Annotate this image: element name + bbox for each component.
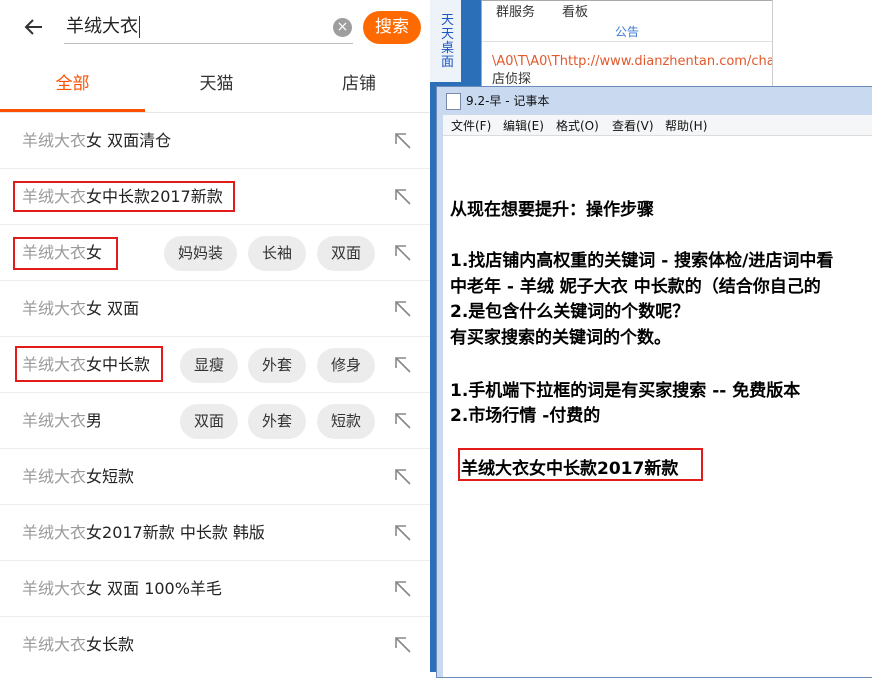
text-line: 2.市场行情 -付费的 <box>450 406 601 426</box>
text-line: 1.手机端下拉框的词是有买家搜索 -- 免费版本 <box>450 381 801 401</box>
tab-group-service[interactable]: 群服务 <box>496 1 535 20</box>
divider <box>482 41 772 42</box>
clear-icon[interactable]: × <box>333 18 352 37</box>
text-line: 中老年 - 羊绒 妮子大衣 中长款的（结合你自己的 <box>450 277 821 297</box>
fill-query-icon[interactable] <box>394 132 412 150</box>
suggestion-row[interactable]: 羊绒大衣女2017新款 中长款 韩版 <box>0 505 430 561</box>
suggestion-chip[interactable]: 妈妈装 <box>164 236 238 271</box>
text-editor[interactable]: 从现在想要提升：操作步骤 1.找店铺内高权重的关键词 - 搜索体检/进店词中看 … <box>443 136 872 677</box>
notice-link[interactable]: \A0\T\A0\Thttp://www.dianzhentan.com/cha… <box>492 53 806 89</box>
tab-all[interactable]: 全部 <box>0 56 145 112</box>
highlight-box <box>458 448 703 481</box>
suggestion-chip[interactable]: 外套 <box>248 348 307 383</box>
input-underline <box>64 43 353 44</box>
text-cursor <box>139 16 140 38</box>
text-line: 1.找店铺内高权重的关键词 - 搜索体检/进店词中看 <box>450 251 834 271</box>
suggestion-chip[interactable]: 显瘦 <box>180 348 239 383</box>
text-line: 从现在想要提升：操作步骤 <box>450 200 654 220</box>
notepad-window: 9.2-早 - 记事本 文件(F) 编辑(E) 格式(O) 查看(V) 帮助(H… <box>436 86 872 678</box>
window-title: 9.2-早 - 记事本 <box>466 94 550 108</box>
text-line: 2.是包含什么关键词的个数呢？ <box>450 302 690 322</box>
fill-query-icon[interactable] <box>394 524 412 542</box>
fill-query-icon[interactable] <box>394 244 412 262</box>
suggestion-chip[interactable]: 长袖 <box>248 236 307 271</box>
suggestion-text: 羊绒大衣男 <box>22 411 103 430</box>
fill-query-icon[interactable] <box>394 356 412 374</box>
suggestion-row[interactable]: 羊绒大衣男 双面 外套 短款 <box>0 393 430 449</box>
menu-help[interactable]: 帮助(H) <box>665 117 707 134</box>
menu-format[interactable]: 格式(O) <box>556 117 599 134</box>
menu-edit[interactable]: 编辑(E) <box>503 117 544 134</box>
notepad-icon <box>446 93 461 110</box>
fill-query-icon[interactable] <box>394 300 412 318</box>
suggestion-text: 羊绒大衣女长款 <box>22 635 135 654</box>
menu-view[interactable]: 查看(V) <box>612 117 654 134</box>
tab-tmall[interactable]: 天猫 <box>145 56 288 112</box>
suggestion-text: 羊绒大衣女 双面 <box>22 299 140 318</box>
menu-bar: 文件(F) 编辑(E) 格式(O) 查看(V) 帮助(H) <box>443 115 872 136</box>
menu-file[interactable]: 文件(F) <box>451 117 491 134</box>
suggestion-text: 羊绒大衣女短款 <box>22 467 135 486</box>
highlight-box <box>13 237 118 270</box>
background-window <box>772 0 872 90</box>
search-button[interactable]: 搜索 <box>363 11 421 44</box>
suggestion-text: 羊绒大衣女2017新款 中长款 韩版 <box>22 523 265 542</box>
highlight-box <box>15 346 163 382</box>
search-input[interactable]: 羊绒大衣 <box>66 14 140 40</box>
notepad-titlebar[interactable]: 9.2-早 - 记事本 <box>437 87 872 115</box>
suggestion-chip[interactable]: 双面 <box>317 236 376 271</box>
suggestion-chip[interactable]: 外套 <box>248 404 307 439</box>
highlight-box <box>13 181 235 212</box>
suggestion-text: 羊绒大衣女 双面清仓 <box>22 131 172 150</box>
browser-window: 群服务 看板 公告 \A0\T\A0\Thttp://www.dianzhent… <box>481 0 806 92</box>
search-bar: 羊绒大衣 × 搜索 <box>0 0 430 56</box>
suggestion-row[interactable]: 羊绒大衣女 双面清仓 <box>0 113 430 169</box>
fill-query-icon[interactable] <box>394 412 412 430</box>
suggestion-row[interactable]: 羊绒大衣女长款 <box>0 617 430 672</box>
notice-title: 公告 <box>614 25 639 39</box>
suggestion-row[interactable]: 羊绒大衣女 双面 <box>0 281 430 337</box>
suggestion-chip[interactable]: 修身 <box>317 348 376 383</box>
suggestion-row[interactable]: 羊绒大衣女 双面 100%羊毛 <box>0 561 430 617</box>
fill-query-icon[interactable] <box>394 468 412 486</box>
suggestion-text: 羊绒大衣女 双面 100%羊毛 <box>22 579 222 598</box>
mobile-search-panel: 羊绒大衣 × 搜索 全部 天猫 店铺 羊绒大衣女 双面清仓 羊绒大衣女中长款20… <box>0 0 430 672</box>
tab-shops[interactable]: 店铺 <box>288 56 430 112</box>
fill-query-icon[interactable] <box>394 580 412 598</box>
text-line: 有买家搜索的关键词的个数。 <box>450 328 671 348</box>
suggestion-row[interactable]: 羊绒大衣女短款 <box>0 449 430 505</box>
suggestion-chip[interactable]: 短款 <box>317 404 376 439</box>
fill-query-icon[interactable] <box>394 636 412 654</box>
suggestion-chip[interactable]: 双面 <box>180 404 239 439</box>
result-tabs: 全部 天猫 店铺 <box>0 56 430 113</box>
desktop-side-label[interactable]: 天天桌面 <box>441 14 455 70</box>
fill-query-icon[interactable] <box>394 188 412 206</box>
tab-board[interactable]: 看板 <box>562 1 588 20</box>
back-arrow-icon[interactable] <box>22 14 48 40</box>
active-tab-indicator <box>0 109 145 112</box>
